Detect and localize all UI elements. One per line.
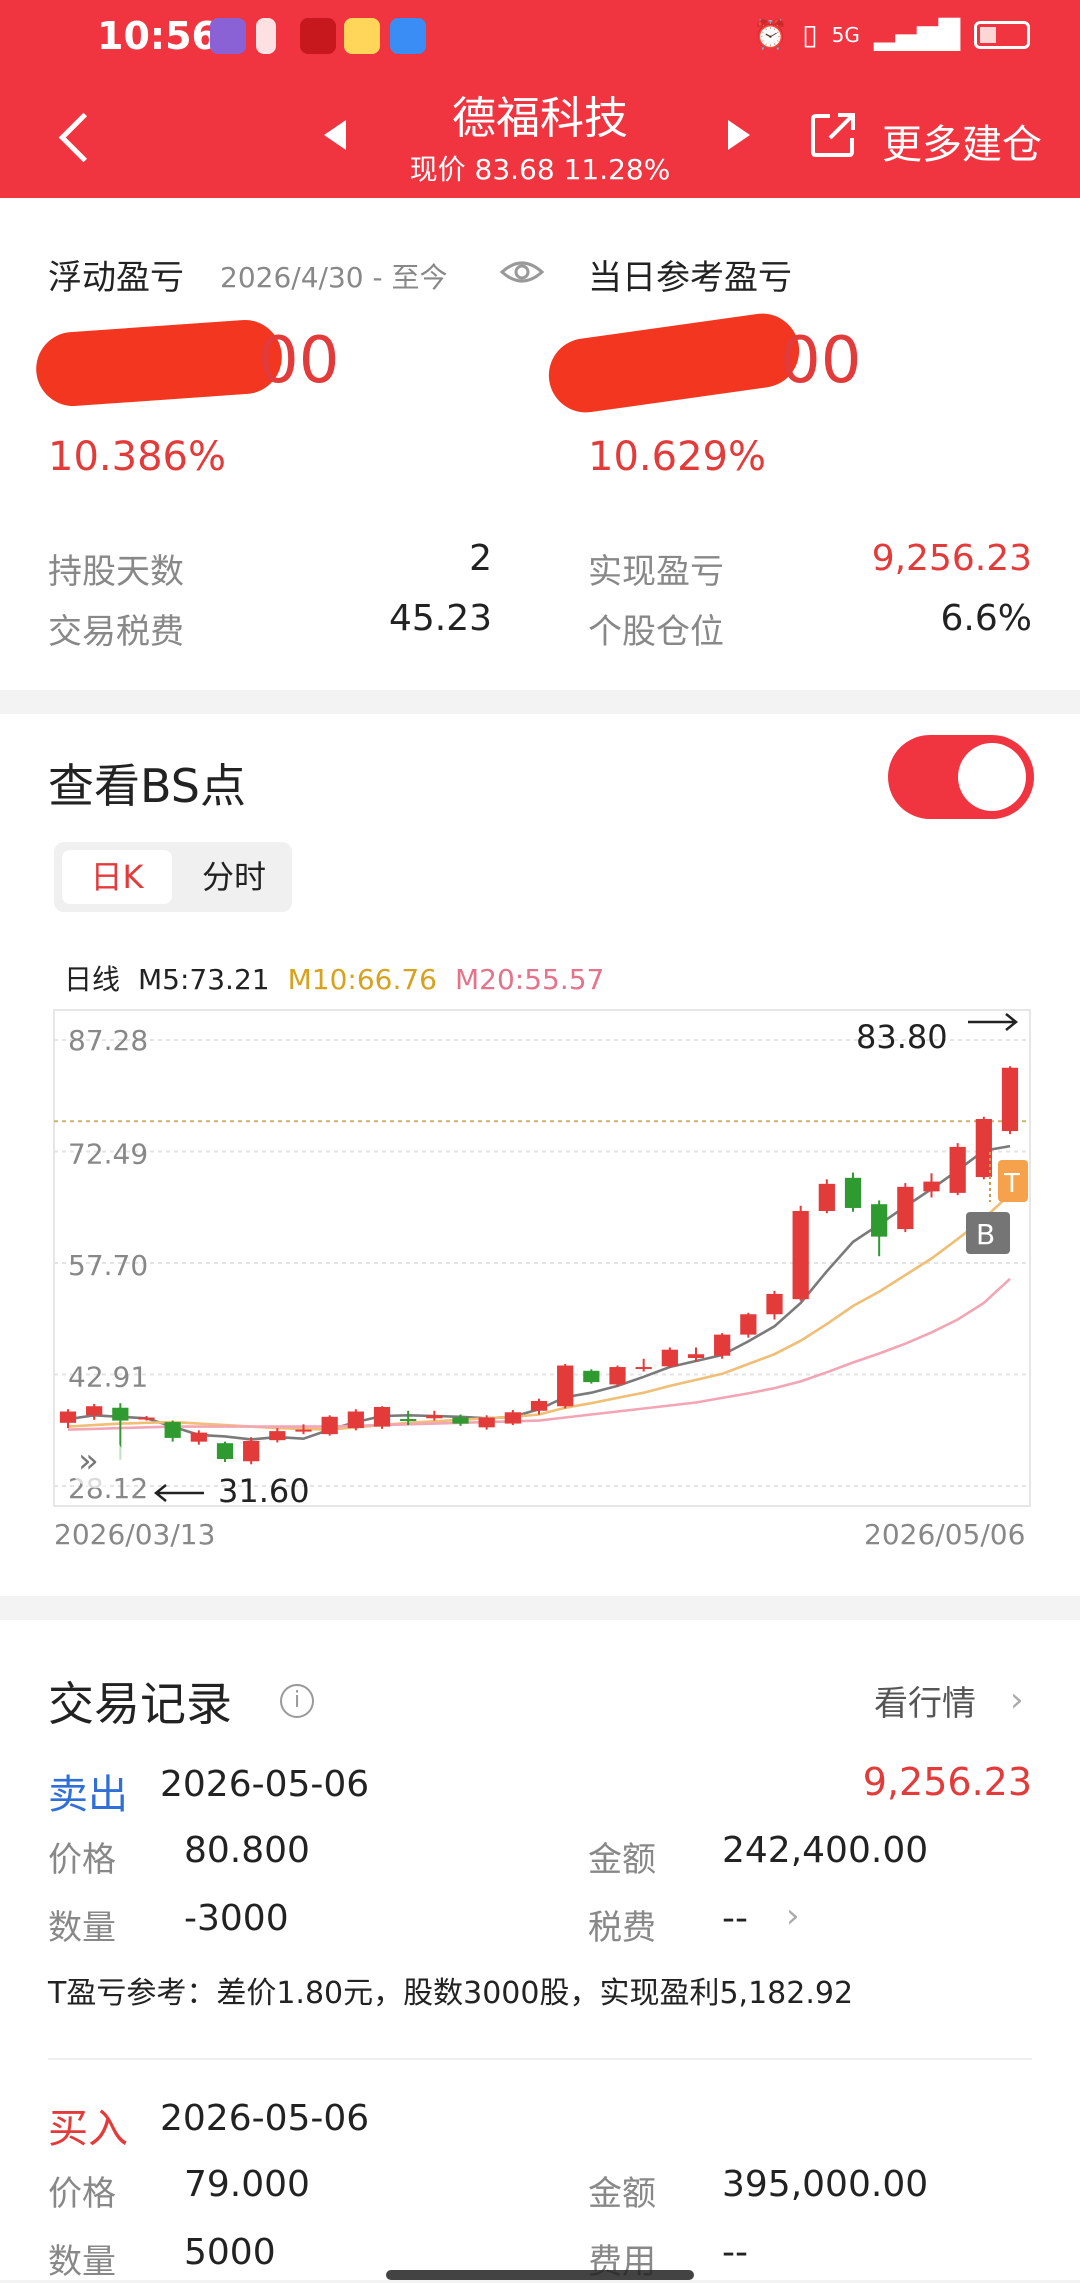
trade-pl: 9,256.23 [862,1760,1032,1804]
amount-value: 395,000.00 [722,2164,929,2205]
trade-date: 2026-05-06 [160,1764,370,1805]
ma5-line [67,1144,1011,1441]
candle-body [792,1210,809,1300]
y-ticks: 87.2872.4957.7042.9128.12 [68,1024,148,1505]
candle-body [975,1119,992,1178]
candles [59,1066,1019,1465]
fee-label: 税费 [588,1908,656,1948]
candle-body [478,1417,495,1428]
candle-body [949,1146,966,1193]
candle-body [635,1367,652,1370]
candle-body [243,1440,260,1462]
candle-body [452,1417,469,1424]
price-label: 价格 [48,1840,116,1880]
amount-label: 金额 [588,2174,656,2214]
candle-body [400,1419,417,1422]
y-tick-label: 72.49 [68,1138,148,1171]
candle-body [426,1415,443,1419]
qty-value: 5000 [184,2232,276,2273]
trades-card: 交易记录 i 看行情 › 卖出 2026-05-06 9,256.23 价格 8… [0,1620,1080,2282]
candle-body [373,1406,391,1427]
candle-body [86,1406,103,1416]
chevron-right-icon: › [1010,1680,1024,1720]
start-date: 2026/03/13 [54,1518,215,1551]
t-pl-note: T盈亏参考：差价1.80元，股数3000股，实现盈利5,182.92 [48,1976,854,2011]
t-marker-label: T [1003,1169,1020,1199]
fee-value[interactable]: -- [722,1898,748,1939]
candle-body [897,1186,914,1230]
fee-value: -- [722,2232,748,2273]
candle-body [714,1334,731,1356]
price-value: 80.800 [184,1830,310,1871]
chart-frame [53,1009,1031,1507]
low-price-label: 31.60 [218,1472,310,1510]
y-tick-label: 57.70 [68,1249,148,1282]
high-price-label: 83.80 [856,1018,948,1056]
candle-body [321,1416,338,1435]
qty-value: -3000 [184,1898,289,1939]
candle-body [504,1412,521,1424]
ma10-line [67,1193,1011,1431]
candle-body [216,1443,234,1460]
candle-body [190,1432,207,1442]
candle-body [923,1181,940,1192]
qty-label: 数量 [48,1908,116,1948]
amount-value: 242,400.00 [722,1830,929,1871]
candle-body [661,1349,678,1367]
info-icon[interactable]: i [280,1684,314,1718]
high-arrow-icon [968,1013,1019,1031]
record-divider [48,2058,1032,2060]
candle-body [347,1411,364,1429]
trade-side: 卖出 [48,1772,128,1818]
candle-body [687,1354,705,1358]
ma-lines [67,1144,1011,1441]
candle-body [112,1407,129,1421]
view-quote-link[interactable]: 看行情 [874,1676,976,1725]
candle-body [269,1431,286,1441]
trade-side: 买入 [48,2106,128,2152]
end-date: 2026/05/06 [864,1518,1025,1551]
low-arrow-icon [153,1484,204,1502]
candle-body [740,1314,757,1335]
y-tick-label: 87.28 [68,1024,148,1057]
qty-label: 数量 [48,2242,116,2282]
y-tick-label: 42.91 [68,1361,148,1394]
candle-body [59,1411,77,1423]
candle-body [164,1422,181,1438]
candle-body [138,1417,155,1420]
b-marker-label: B [976,1218,995,1251]
amount-label: 金额 [588,1840,656,1880]
chevron-right-icon: › [786,1896,800,1936]
kline-chart: 87.2872.4957.7042.9128.12 83.80 31.60 T … [53,1009,1031,1551]
candle-body [1001,1067,1019,1132]
price-value: 79.000 [184,2164,310,2205]
trades-title: 交易记录 [48,1677,232,1731]
candle-body [557,1365,574,1407]
candle-body [871,1204,888,1237]
candle-body [530,1400,548,1411]
candle-body [818,1183,835,1211]
trade-date: 2026-05-06 [160,2098,370,2139]
home-indicator[interactable] [386,2270,694,2280]
candle-body [583,1370,600,1383]
candle-body [295,1429,312,1432]
candle-body [844,1177,862,1208]
expand-icon: » [78,1441,99,1481]
candle-body [609,1367,626,1385]
candle-body [766,1293,783,1315]
price-label: 价格 [48,2174,116,2214]
